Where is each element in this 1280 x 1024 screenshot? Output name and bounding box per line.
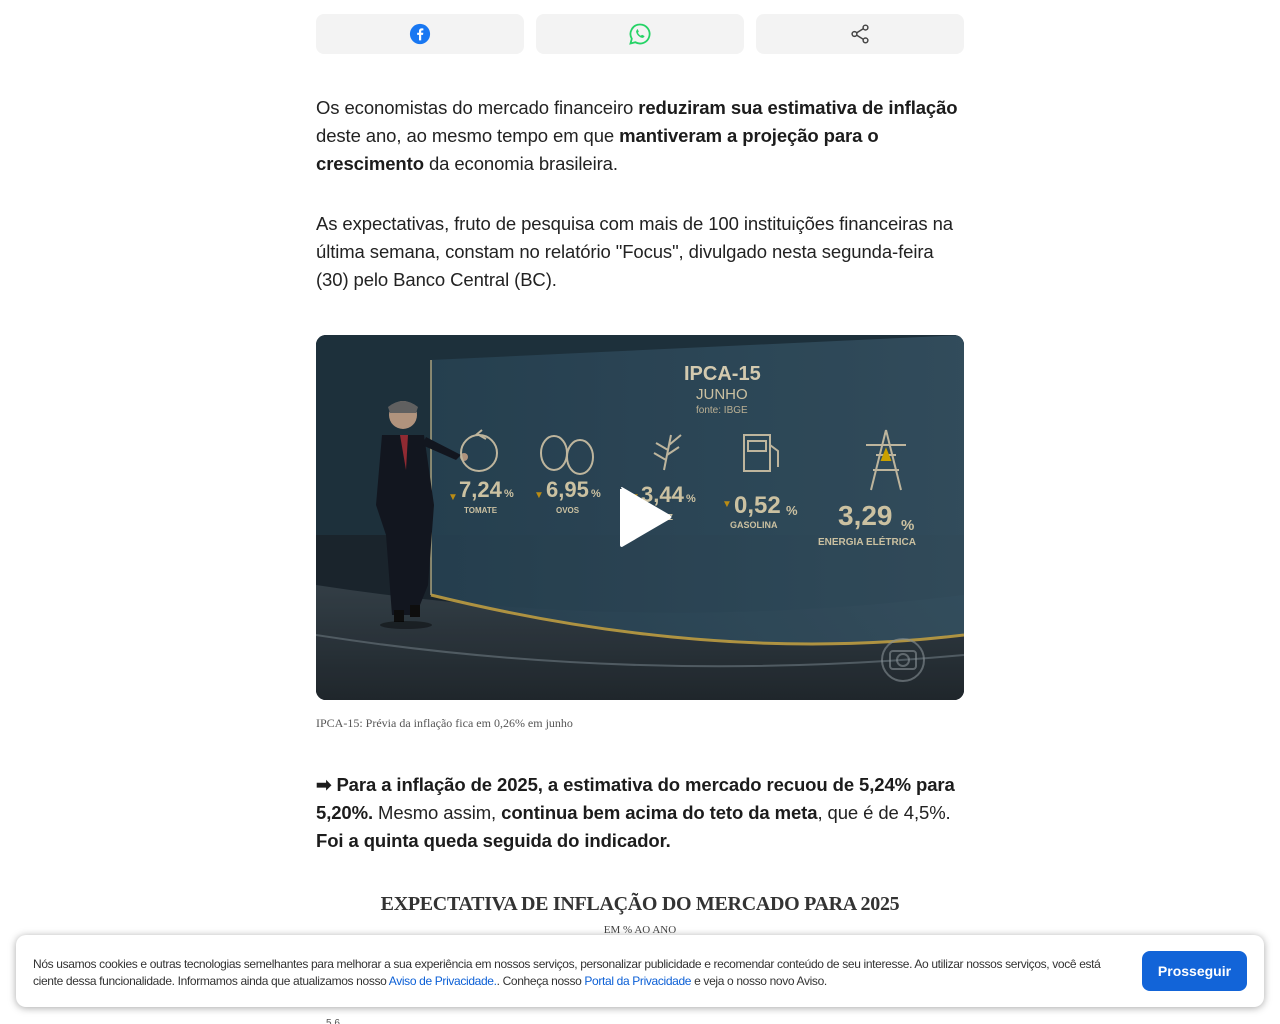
article-paragraph-1: Os economistas do mercado financeiro red… [316, 94, 964, 178]
privacy-notice-link[interactable]: Aviso de Privacidade. [389, 974, 497, 988]
cookie-text-part: e veja o nosso novo Aviso. [691, 974, 827, 988]
video-caption: IPCA-15: Prévia da inflação fica em 0,26… [316, 716, 573, 730]
share-bar [316, 14, 964, 54]
cookie-banner: Nós usamos cookies e outras tecnologias … [16, 935, 1264, 1007]
text: da economia brasileira. [423, 153, 618, 174]
text: Os economistas do mercado financeiro [316, 97, 639, 118]
video-player[interactable]: IPCA-15 JUNHO fonte: IBGE ▼ 7,24% TOMATE… [316, 335, 964, 700]
bold-text: continua bem acima do teto da meta [501, 802, 818, 823]
text: As expectativas, fruto de pesquisa com m… [316, 213, 953, 290]
chart-title: EXPECTATIVA DE INFLAÇÃO DO MERCADO PARA … [380, 893, 900, 915]
text: deste ano, ao mesmo tempo em que [316, 125, 620, 146]
cookie-text: Nós usamos cookies e outras tecnologias … [33, 956, 1128, 990]
text: , que é de 4,5%. [817, 802, 951, 823]
facebook-share-button[interactable] [316, 14, 524, 54]
share-button[interactable] [756, 14, 964, 54]
privacy-portal-link[interactable]: Portal da Privacidade [584, 974, 691, 988]
text: Mesmo assim, [373, 802, 502, 823]
cookie-text-part: . Conheça nosso [496, 974, 585, 988]
share-icon [851, 24, 869, 44]
whatsapp-icon [629, 23, 651, 45]
bold-text: Foi a quinta queda seguida do indicador. [316, 830, 671, 851]
y-tick-label: 5,6 [326, 1018, 340, 1024]
article-paragraph-2: As expectativas, fruto de pesquisa com m… [316, 210, 964, 294]
whatsapp-share-button[interactable] [536, 14, 744, 54]
facebook-icon [409, 23, 431, 45]
proceed-button[interactable]: Prosseguir [1142, 951, 1247, 991]
arrow-icon: ➡ [316, 774, 332, 795]
play-icon[interactable] [616, 485, 676, 549]
article-paragraph-3: ➡ Para a inflação de 2025, a estimativa … [316, 771, 964, 855]
bold-text: reduziram sua estimativa de inflação [638, 97, 958, 118]
